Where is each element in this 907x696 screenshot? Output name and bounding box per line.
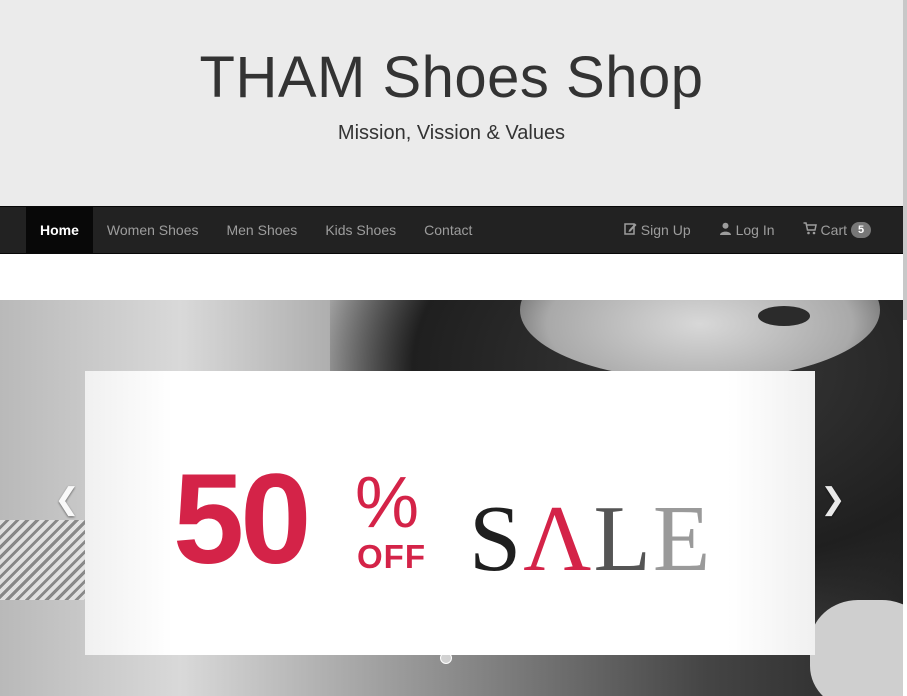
log-in-link[interactable]: Log In [705,207,789,253]
promo-carousel[interactable]: 50 % OFF SΛLE ❮ ❯ [0,300,903,696]
cart-link[interactable]: Cart 5 [789,207,885,253]
background-photo-eye [758,306,810,326]
carousel-indicator[interactable] [440,652,452,664]
sale-off-text: OFF [357,538,426,575]
sale-letter: E [652,487,713,591]
cart-count-badge: 5 [851,222,871,238]
site-tagline: Mission, Vission & Values [337,122,566,144]
scrollbar-thumb[interactable] [903,0,907,320]
nav-item-home[interactable]: Home [26,207,93,253]
chevron-left-icon: ❮ [54,483,80,516]
nav-left-group: Home Women Shoes Men Shoes Kids Shoes Co… [26,207,486,253]
nav-item-contact[interactable]: Contact [410,207,486,253]
nav-item-label: Home [40,222,79,238]
page-scrollbar[interactable] [903,0,907,696]
sale-percent-symbol: % [355,463,420,543]
sign-up-label: Sign Up [640,222,691,238]
nav-item-label: Women Shoes [106,222,199,238]
cart-label: Cart [820,222,847,238]
sale-word: SΛLE [469,489,712,589]
log-in-label: Log In [735,222,775,238]
background-photo-clothing [0,520,90,600]
nav-item-women-shoes[interactable]: Women Shoes [93,207,213,253]
nav-item-men-shoes[interactable]: Men Shoes [212,207,311,253]
background-photo-hand [810,600,903,696]
edit-icon [624,207,637,253]
chevron-right-icon: ❯ [820,483,846,516]
sale-banner[interactable]: 50 % OFF SΛLE [85,371,815,655]
site-header: THAM Shoes Shop Mission, Vission & Value… [0,0,903,206]
nav-item-label: Kids Shoes [325,222,397,238]
sale-letter: S [469,487,524,591]
nav-item-kids-shoes[interactable]: Kids Shoes [311,207,410,253]
main-navbar: Home Women Shoes Men Shoes Kids Shoes Co… [0,206,903,254]
cart-icon [803,207,817,253]
nav-right-group: Sign Up Log In Cart 5 [610,207,885,253]
sale-percent-number: 50 [173,448,311,591]
carousel-prev-button[interactable]: ❮ [52,480,82,520]
sale-letter: L [593,487,653,591]
site-title: THAM Shoes Shop [199,45,704,110]
nav-item-label: Men Shoes [226,222,298,238]
user-icon [719,207,732,253]
sign-up-link[interactable]: Sign Up [610,207,705,253]
sale-letter: Λ [523,487,594,591]
nav-item-label: Contact [424,222,473,238]
carousel-next-button[interactable]: ❯ [818,480,848,520]
